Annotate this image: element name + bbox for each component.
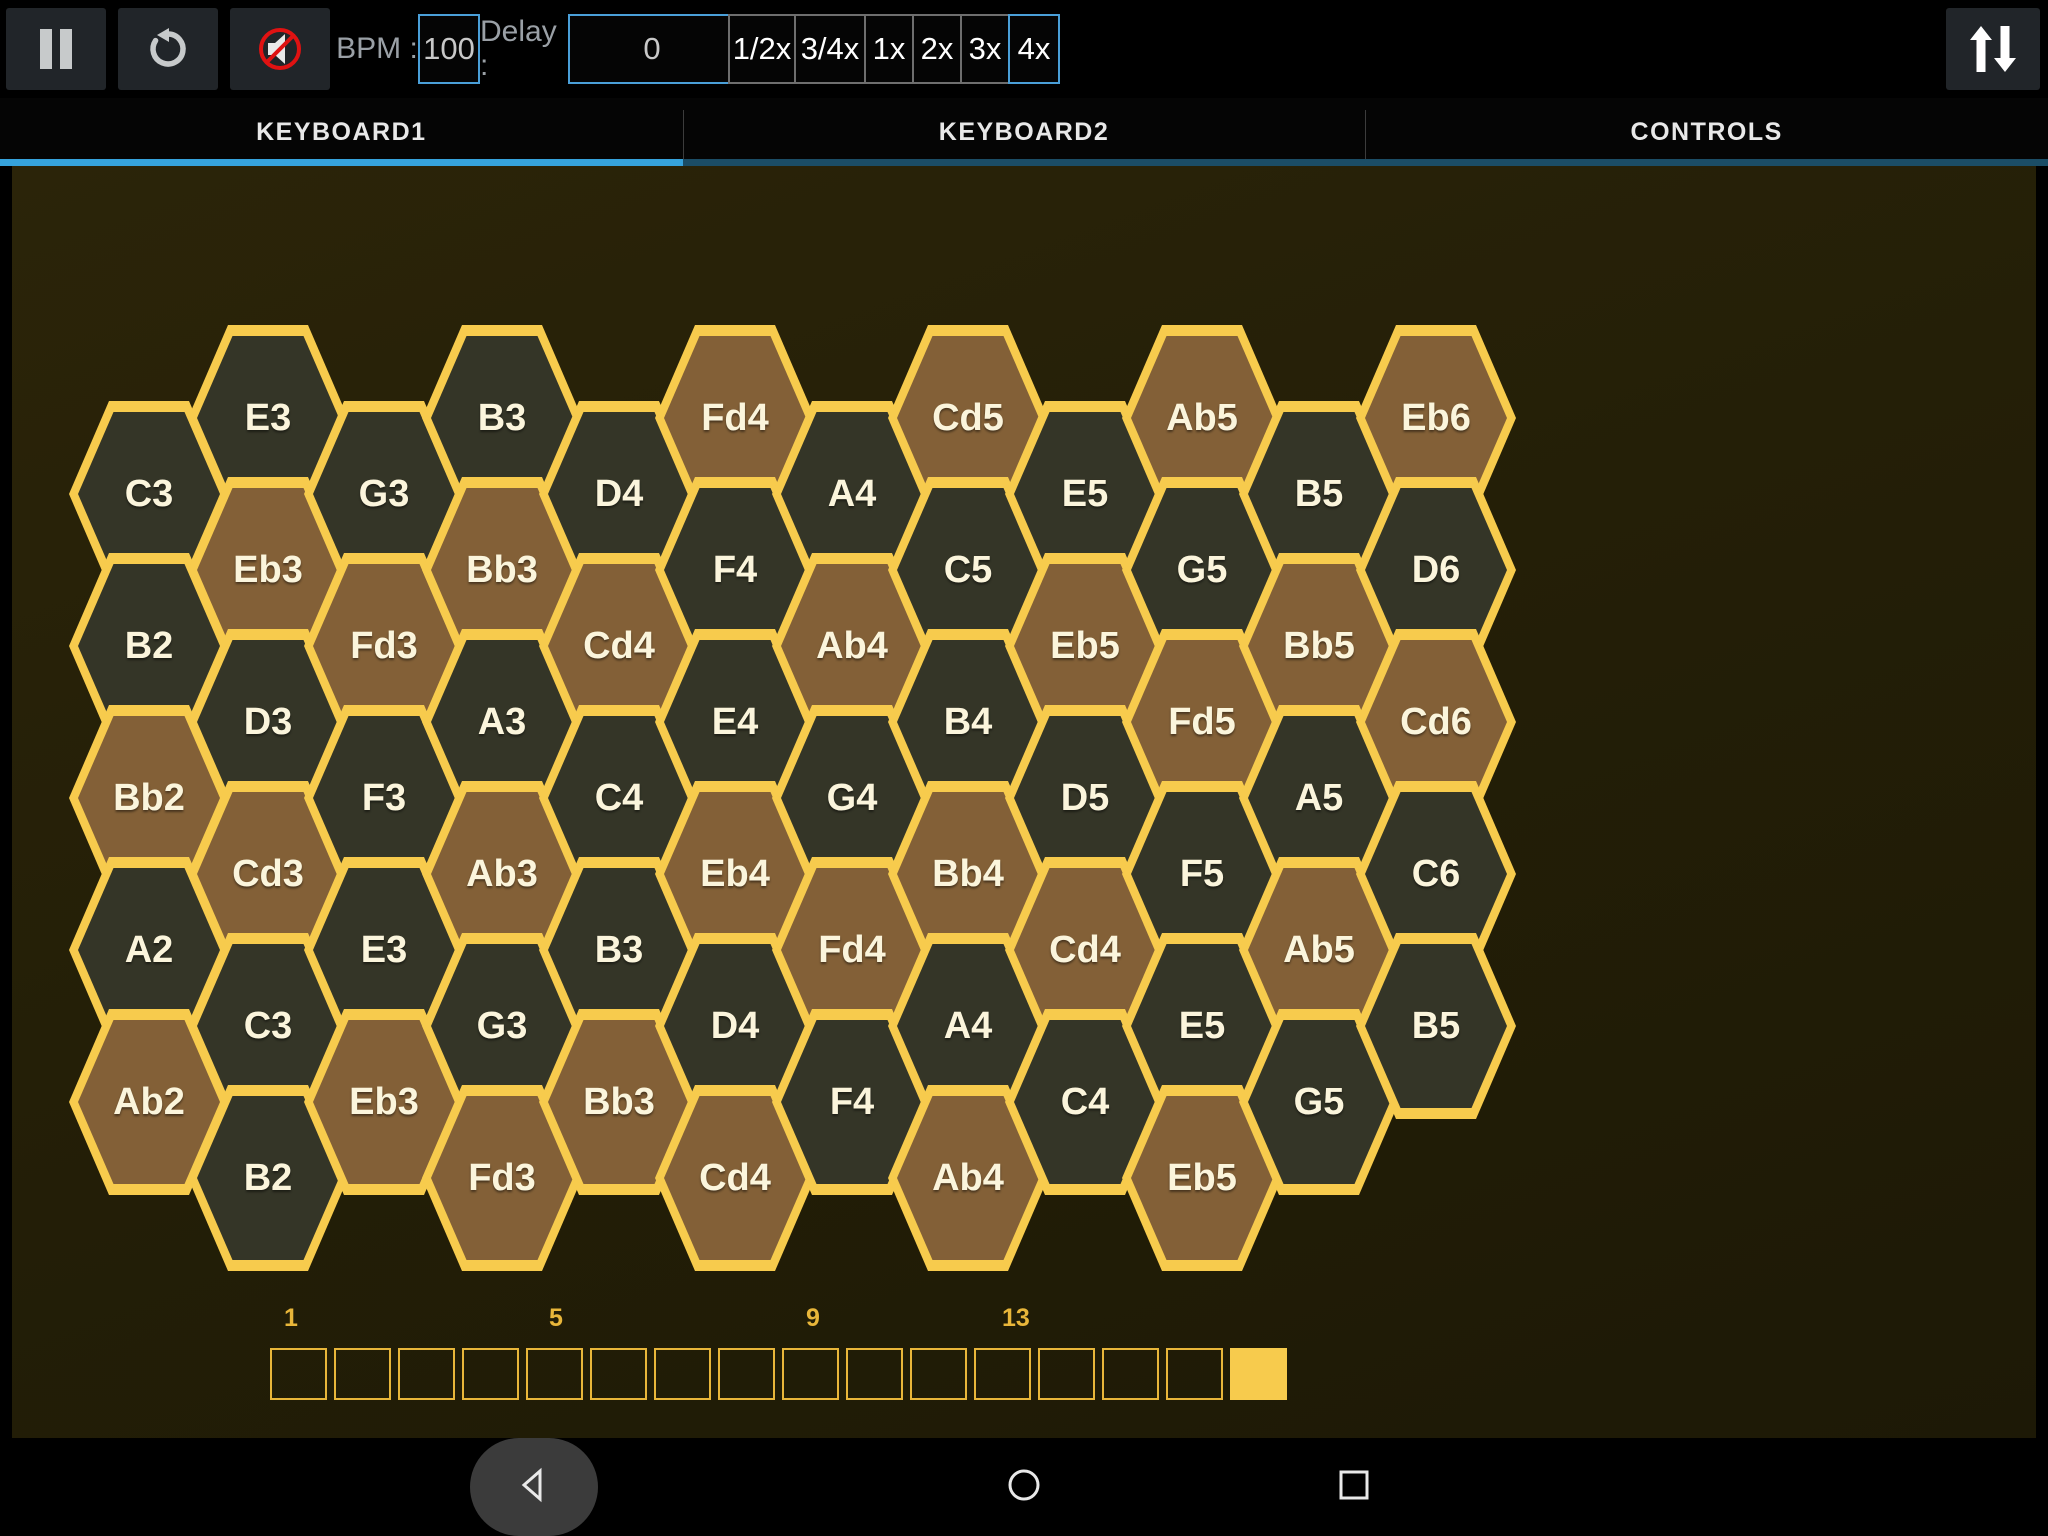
sequencer-step-8[interactable] bbox=[718, 1348, 775, 1400]
sequencer: 1 5 9 13 bbox=[12, 1304, 2036, 1424]
hex-key-face bbox=[1365, 488, 1507, 652]
multiplier-1x-button[interactable]: 1x bbox=[864, 14, 914, 84]
reset-button[interactable] bbox=[118, 8, 218, 90]
sequencer-step-2[interactable] bbox=[334, 1348, 391, 1400]
sequencer-step-4[interactable] bbox=[462, 1348, 519, 1400]
up-down-arrow-icon bbox=[1966, 22, 2020, 76]
bpm-input[interactable]: 100 bbox=[418, 14, 480, 84]
reset-icon bbox=[144, 25, 192, 73]
multiplier-2x-button[interactable]: 2x bbox=[912, 14, 962, 84]
sequencer-step-14[interactable] bbox=[1102, 1348, 1159, 1400]
nav-home-button[interactable] bbox=[964, 1438, 1084, 1536]
sequencer-step-10[interactable] bbox=[846, 1348, 903, 1400]
keyboard-panel: C3 B2 Bb2 A2 Ab2 E3 Eb3 D3 Cd3 C3 B2 G3 Fd3 F3 E3 Eb3 B3… bbox=[12, 166, 2036, 1438]
delay-input[interactable]: 0 bbox=[568, 14, 736, 84]
tab-controls-label: CONTROLS bbox=[1630, 117, 1783, 146]
bpm-label: BPM : bbox=[336, 32, 418, 65]
back-triangle-icon bbox=[512, 1463, 556, 1512]
sequencer-step-12[interactable] bbox=[974, 1348, 1031, 1400]
mute-button[interactable] bbox=[230, 8, 330, 90]
multiplier-half-button[interactable]: 1/2x bbox=[728, 14, 796, 84]
sequencer-tick-label: 9 bbox=[806, 1304, 820, 1332]
sequencer-step-15[interactable] bbox=[1166, 1348, 1223, 1400]
hex-key-face bbox=[1365, 792, 1507, 956]
tab-keyboard2[interactable]: KEYBOARD2 bbox=[682, 98, 1366, 166]
tab-keyboard2-underline bbox=[682, 159, 1366, 166]
sequencer-step-cells bbox=[270, 1348, 1287, 1400]
sequencer-tick-labels: 1 5 9 13 bbox=[12, 1304, 2036, 1344]
sequencer-step-5[interactable] bbox=[526, 1348, 583, 1400]
tab-keyboard1-label: KEYBOARD1 bbox=[256, 117, 427, 146]
hex-key-face bbox=[1365, 336, 1507, 500]
sequencer-step-7[interactable] bbox=[654, 1348, 711, 1400]
sequencer-step-13[interactable] bbox=[1038, 1348, 1095, 1400]
sequencer-step-6[interactable] bbox=[590, 1348, 647, 1400]
sequencer-step-9[interactable] bbox=[782, 1348, 839, 1400]
sequencer-step-16[interactable] bbox=[1230, 1348, 1287, 1400]
sequencer-tick-label: 1 bbox=[284, 1304, 298, 1332]
sequencer-tick-label: 5 bbox=[549, 1304, 563, 1332]
nav-recents-button[interactable] bbox=[1294, 1438, 1414, 1536]
top-toolbar: BPM : 100 Delay : 0 1/2x 3/4x 1x 2x 3x 4… bbox=[0, 0, 2048, 98]
tab-keyboard2-label: KEYBOARD2 bbox=[938, 117, 1110, 146]
multiplier-three-quarter-button[interactable]: 3/4x bbox=[794, 14, 866, 84]
android-nav-bar bbox=[0, 1438, 2048, 1536]
recents-square-icon bbox=[1332, 1463, 1376, 1512]
app-root: BPM : 100 Delay : 0 1/2x 3/4x 1x 2x 3x 4… bbox=[0, 0, 2048, 1536]
mute-icon bbox=[254, 23, 306, 75]
sequencer-tick-label: 13 bbox=[1002, 1304, 1030, 1332]
pause-button[interactable] bbox=[6, 8, 106, 90]
sequencer-step-11[interactable] bbox=[910, 1348, 967, 1400]
hex-key-face bbox=[1365, 640, 1507, 804]
sequencer-step-3[interactable] bbox=[398, 1348, 455, 1400]
multiplier-3x-button[interactable]: 3x bbox=[960, 14, 1010, 84]
sequencer-step-1[interactable] bbox=[270, 1348, 327, 1400]
pause-icon bbox=[36, 27, 76, 71]
tab-bar: KEYBOARD1 KEYBOARD2 CONTROLS bbox=[0, 98, 2048, 166]
hex-key-face bbox=[1365, 944, 1507, 1108]
tab-keyboard1[interactable]: KEYBOARD1 bbox=[0, 98, 683, 166]
tab-controls-underline bbox=[1365, 159, 2048, 166]
multiplier-4x-button[interactable]: 4x bbox=[1008, 14, 1060, 84]
nav-back-button[interactable] bbox=[470, 1438, 598, 1536]
home-circle-icon bbox=[1002, 1463, 1046, 1512]
tab-controls[interactable]: CONTROLS bbox=[1365, 98, 2048, 166]
hex-key-grid: C3 B2 Bb2 A2 Ab2 E3 Eb3 D3 Cd3 C3 B2 G3 Fd3 F3 E3 Eb3 B3… bbox=[12, 166, 2036, 1438]
delay-label: Delay : bbox=[480, 15, 557, 82]
tab-keyboard1-underline bbox=[0, 159, 683, 166]
swap-octave-button[interactable] bbox=[1946, 8, 2040, 90]
